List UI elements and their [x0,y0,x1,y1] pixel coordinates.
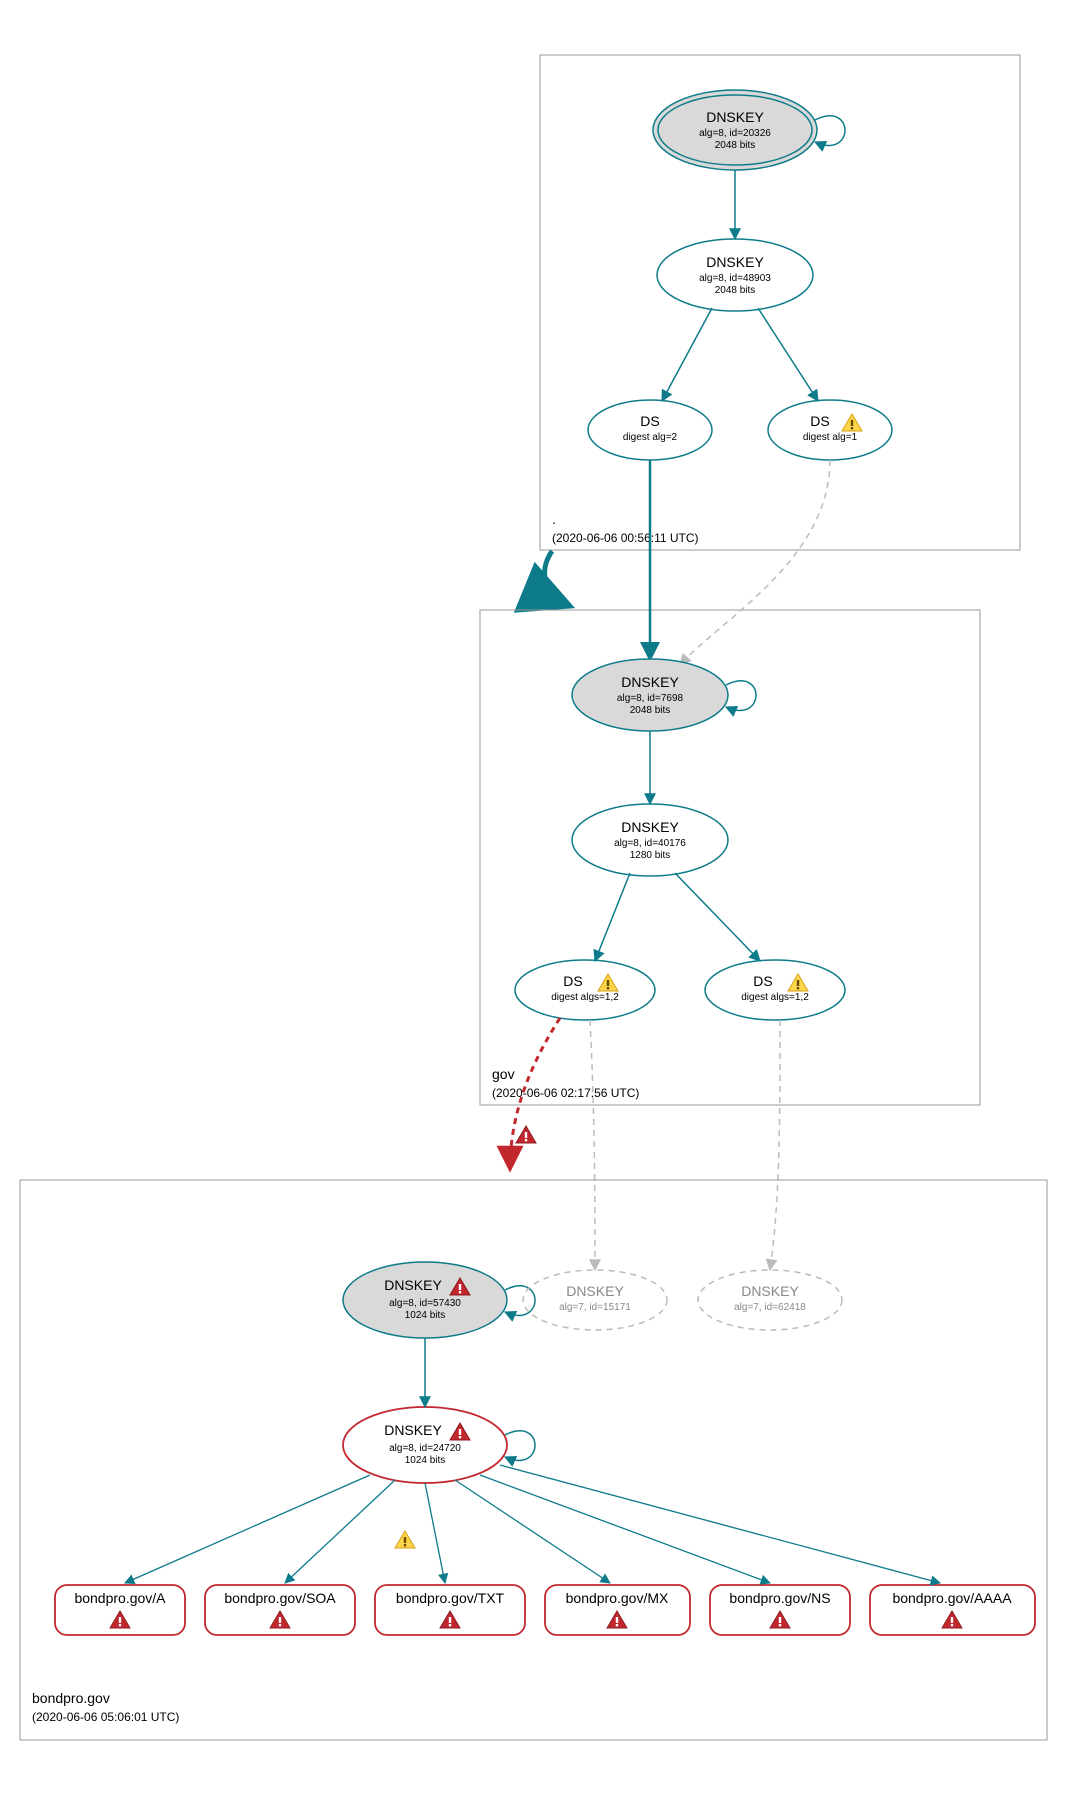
zone-root-label: . [552,511,556,527]
rr-ns: bondpro.gov/NS [710,1585,850,1635]
edge-zsk-txt [425,1483,445,1583]
svg-text:alg=8, id=48903: alg=8, id=48903 [699,273,771,284]
svg-text:bondpro.gov/MX: bondpro.gov/MX [566,1590,669,1606]
svg-text:alg=8, id=40176: alg=8, id=40176 [614,838,686,849]
edge-zsk-aaaa [500,1465,940,1583]
svg-text:alg=8, id=7698: alg=8, id=7698 [617,693,684,704]
edge-root-zsk-ds1 [662,308,712,401]
svg-text:bondpro.gov/TXT: bondpro.gov/TXT [396,1590,505,1606]
svg-text:2048 bits: 2048 bits [715,285,756,296]
svg-text:alg=7, id=62418: alg=7, id=62418 [734,1302,806,1313]
svg-text:bondpro.gov/NS: bondpro.gov/NS [729,1590,830,1606]
edge-gov-zsk-ds1 [595,873,630,961]
svg-text:2048 bits: 2048 bits [715,140,756,151]
svg-text:DNSKEY: DNSKEY [621,819,679,835]
rr-txt: bondpro.gov/TXT [375,1585,525,1635]
rr-a: bondpro.gov/A [55,1585,185,1635]
dnssec-diagram: . (2020-06-06 00:56:11 UTC) DNSKEY alg=8… [0,0,1067,1817]
svg-text:DNSKEY: DNSKEY [566,1283,624,1299]
node-gov-ds2: DS digest algs=1,2 [705,960,845,1020]
edge-dom-ksk-self [505,1286,535,1316]
zone-root-ts: (2020-06-06 00:56:11 UTC) [552,531,699,545]
zone-arrow-root-gov [545,551,570,606]
svg-text:bondpro.gov/AAAA: bondpro.gov/AAAA [892,1590,1012,1606]
edge-root-ksk-self [815,116,845,146]
svg-text:DNSKEY: DNSKEY [706,254,764,270]
zone-domain-label: bondpro.gov [32,1690,110,1706]
node-root-ksk: DNSKEY alg=8, id=20326 2048 bits [653,90,817,170]
edge-govds2-grey2 [770,1020,780,1270]
zone-gov-ts: (2020-06-06 02:17:56 UTC) [492,1086,639,1100]
zone-domain: bondpro.gov (2020-06-06 05:06:01 UTC) DN… [20,1180,1047,1740]
error-icon [516,1126,536,1143]
rr-aaaa: bondpro.gov/AAAA [870,1585,1035,1635]
svg-text:1024 bits: 1024 bits [405,1455,446,1466]
svg-text:DS: DS [810,413,829,429]
edge-root-zsk-ds2 [758,308,818,401]
edge-gov-ksk-self [726,681,756,711]
edge-zsk-a [125,1475,370,1583]
node-domain-ksk: DNSKEY alg=8, id=57430 1024 bits [343,1262,507,1338]
node-domain-grey1: DNSKEY alg=7, id=15171 [523,1270,667,1330]
edge-gov-zsk-ds2 [675,873,760,961]
node-root-zsk: DNSKEY alg=8, id=48903 2048 bits [657,239,813,311]
edge-dom-zsk-self [505,1431,535,1461]
edge-rootds2-govksk [680,460,830,665]
edge-zsk-ns [480,1475,770,1583]
edge-zsk-soa [285,1480,395,1583]
svg-text:digest algs=1,2: digest algs=1,2 [741,992,809,1003]
node-domain-grey2: DNSKEY alg=7, id=62418 [698,1270,842,1330]
svg-text:DS: DS [640,413,659,429]
svg-text:bondpro.gov/SOA: bondpro.gov/SOA [224,1590,336,1606]
edge-govds1-grey1 [590,1020,595,1270]
rr-soa: bondpro.gov/SOA [205,1585,355,1635]
node-gov-ds1: DS digest algs=1,2 [515,960,655,1020]
svg-text:alg=7, id=15171: alg=7, id=15171 [559,1302,631,1313]
warning-icon [395,1531,415,1548]
svg-text:DNSKEY: DNSKEY [384,1277,442,1293]
svg-text:digest alg=2: digest alg=2 [623,432,678,443]
svg-text:alg=8, id=57430: alg=8, id=57430 [389,1298,461,1309]
svg-text:DNSKEY: DNSKEY [741,1283,799,1299]
svg-text:DNSKEY: DNSKEY [706,109,764,125]
svg-text:bondpro.gov/A: bondpro.gov/A [74,1590,166,1606]
node-gov-ksk: DNSKEY alg=8, id=7698 2048 bits [572,659,728,731]
node-domain-zsk: DNSKEY alg=8, id=24720 1024 bits [343,1407,507,1483]
zone-gov-label: gov [492,1066,515,1082]
svg-text:digest alg=1: digest alg=1 [803,432,858,443]
svg-text:alg=8, id=24720: alg=8, id=24720 [389,1443,461,1454]
node-root-ds1: DS digest alg=2 [588,400,712,460]
rr-row: bondpro.gov/A bondpro.gov/SOA bondpro.go… [55,1585,1035,1635]
svg-text:2048 bits: 2048 bits [630,705,671,716]
zone-gov: gov (2020-06-06 02:17:56 UTC) DNSKEY alg… [480,460,980,1105]
svg-text:DS: DS [563,973,582,989]
svg-text:DS: DS [753,973,772,989]
svg-text:DNSKEY: DNSKEY [621,674,679,690]
zone-root: . (2020-06-06 00:56:11 UTC) DNSKEY alg=8… [540,55,1020,550]
zone-domain-ts: (2020-06-06 05:06:01 UTC) [32,1710,179,1724]
svg-text:DNSKEY: DNSKEY [384,1422,442,1438]
rr-mx: bondpro.gov/MX [545,1585,690,1635]
svg-text:digest algs=1,2: digest algs=1,2 [551,992,619,1003]
node-gov-zsk: DNSKEY alg=8, id=40176 1280 bits [572,804,728,876]
svg-text:1280 bits: 1280 bits [630,850,671,861]
svg-text:1024 bits: 1024 bits [405,1310,446,1321]
edge-zsk-mx [455,1480,610,1583]
svg-text:alg=8, id=20326: alg=8, id=20326 [699,128,771,139]
node-root-ds2: DS digest alg=1 [768,400,892,460]
